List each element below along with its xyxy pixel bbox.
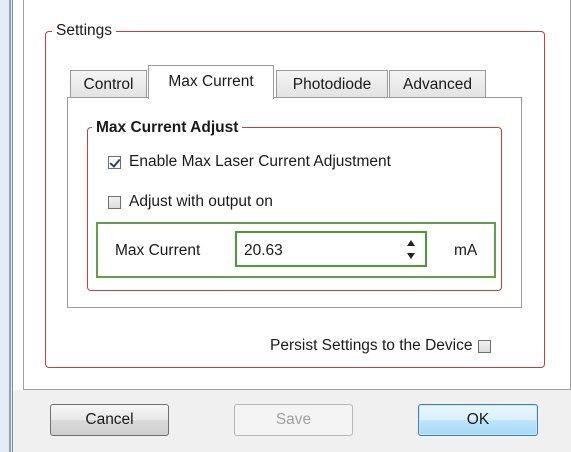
max-current-adjust-title: Max Current Adjust bbox=[92, 119, 243, 137]
enable-adjustment-label: Enable Max Laser Current Adjustment bbox=[129, 153, 391, 170]
spin-down-arrow-icon[interactable] bbox=[407, 253, 415, 259]
adjust-output-on-checkbox[interactable] bbox=[108, 195, 121, 209]
adjust-output-on-label: Adjust with output on bbox=[129, 193, 273, 210]
save-button[interactable]: Save bbox=[234, 404, 353, 436]
tab-advanced[interactable]: Advanced bbox=[389, 70, 486, 98]
persist-settings-checkbox[interactable] bbox=[478, 339, 492, 353]
dialog-window: Settings Control Max Current Photodiode … bbox=[0, 0, 571, 452]
max-current-label: Max Current bbox=[115, 242, 201, 259]
max-current-value[interactable]: 20.63 bbox=[244, 242, 283, 260]
persist-settings-row[interactable]: Persist Settings to the Device bbox=[270, 337, 492, 355]
cancel-button[interactable]: Cancel bbox=[50, 404, 169, 436]
enable-adjustment-row[interactable]: Enable Max Laser Current Adjustment bbox=[108, 153, 391, 171]
adjust-output-on-row[interactable]: Adjust with output on bbox=[108, 193, 273, 211]
tab-max-current[interactable]: Max Current bbox=[148, 65, 274, 99]
window-edge bbox=[0, 0, 13, 452]
max-current-unit: mA bbox=[454, 242, 478, 259]
tab-control[interactable]: Control bbox=[70, 70, 147, 98]
tab-photodiode[interactable]: Photodiode bbox=[276, 70, 388, 98]
enable-adjustment-checkbox[interactable] bbox=[108, 155, 121, 169]
max-current-spinner[interactable]: 20.63 bbox=[235, 231, 427, 267]
persist-settings-label: Persist Settings to the Device bbox=[270, 337, 473, 354]
spin-up-arrow-icon[interactable] bbox=[407, 240, 415, 246]
settings-group-title: Settings bbox=[52, 22, 117, 40]
ok-button[interactable]: OK bbox=[418, 404, 538, 436]
